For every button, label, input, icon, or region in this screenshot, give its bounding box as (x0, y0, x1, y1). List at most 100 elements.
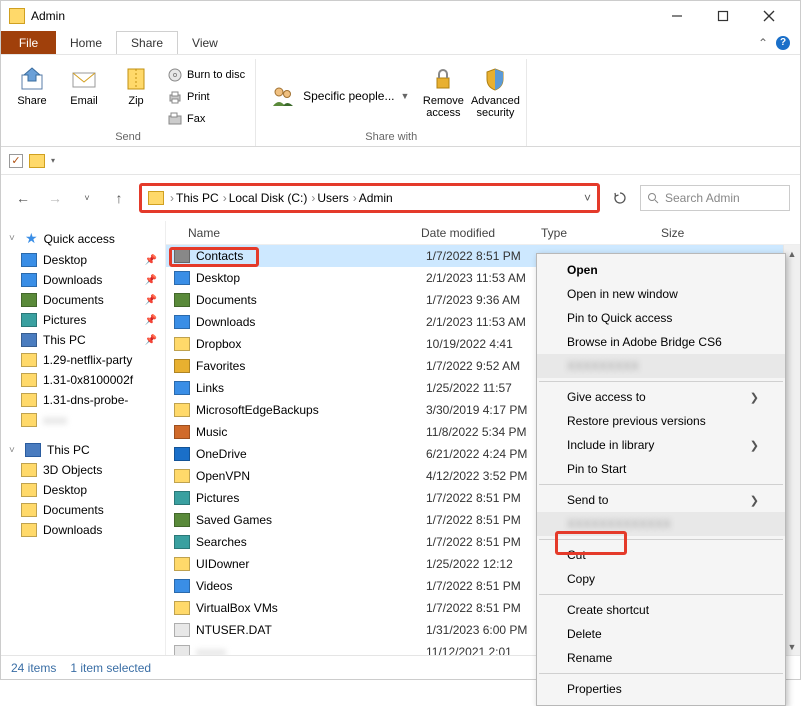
ctx-open-new-window[interactable]: Open in new window (537, 282, 785, 306)
ctx-pin-start[interactable]: Pin to Start (537, 457, 785, 481)
file-date: 1/7/2022 8:51 PM (426, 601, 551, 615)
zip-button[interactable]: Zip (111, 63, 161, 109)
file-explorer-window: Admin File Home Share View ⌃ ? Share (0, 0, 801, 680)
ctx-blurred-item[interactable]: XXXXXXXXX (537, 354, 785, 378)
sidebar-item[interactable]: Documents📌 (1, 290, 165, 310)
minimize-button[interactable] (654, 1, 700, 31)
file-icon (174, 623, 190, 637)
tab-share[interactable]: Share (116, 31, 178, 54)
ctx-copy[interactable]: Copy (537, 567, 785, 591)
column-type[interactable]: Type (541, 226, 661, 240)
pin-icon: 📌 (145, 255, 157, 266)
docs-icon (21, 293, 37, 307)
expand-icon[interactable]: ˅ (9, 233, 19, 244)
file-date: 6/21/2022 4:24 PM (426, 447, 551, 461)
select-checkbox[interactable]: ✓ (9, 154, 23, 168)
burn-button[interactable]: Burn to disc (163, 65, 249, 85)
sidebar-quick-access[interactable]: ˅ ★ Quick access (1, 227, 165, 250)
sidebar-item[interactable]: Pictures📌 (1, 310, 165, 330)
specific-people-button[interactable]: Specific people... ▼ (262, 63, 416, 129)
sidebar-item-label: 3D Objects (43, 463, 102, 477)
ctx-delete[interactable]: Delete (537, 622, 785, 646)
tab-view[interactable]: View (178, 31, 232, 54)
od-icon (174, 447, 190, 461)
help-icon[interactable]: ? (776, 36, 790, 50)
crumb-users[interactable]: Users (317, 191, 348, 205)
file-name: Pictures (196, 491, 426, 505)
sidebar-item[interactable]: Desktop📌 (1, 250, 165, 270)
sidebar-item[interactable]: Desktop (1, 480, 165, 500)
fax-button[interactable]: Fax (163, 109, 249, 129)
ctx-send-to[interactable]: Send to❯ (537, 488, 785, 512)
sidebar-item[interactable]: 1.31-0x8100002f (1, 370, 165, 390)
ctx-blurred-item[interactable]: XXXXXXXXXXXXX (537, 512, 785, 536)
crumb-local-disk[interactable]: Local Disk (C:) (229, 191, 308, 205)
ctx-cut[interactable]: Cut (537, 543, 785, 567)
sidebar-item[interactable]: 1.31-dns-probe- (1, 390, 165, 410)
ctx-separator (539, 594, 783, 595)
folder-icon (29, 154, 45, 168)
tab-home[interactable]: Home (56, 31, 116, 54)
expand-icon[interactable]: ˅ (9, 445, 19, 456)
ctx-adobe-bridge[interactable]: Browse in Adobe Bridge CS6 (537, 330, 785, 354)
sidebar-item[interactable]: Downloads📌 (1, 270, 165, 290)
sidebar-item-label: xxxx (43, 413, 67, 427)
share-button[interactable]: Share (7, 63, 57, 109)
column-date[interactable]: Date modified (421, 226, 541, 240)
sidebar-item[interactable]: This PC📌 (1, 330, 165, 350)
ctx-give-access[interactable]: Give access to❯ (537, 385, 785, 409)
vids-icon (174, 579, 190, 593)
sidebar-item[interactable]: 1.29-netflix-party (1, 350, 165, 370)
sidebar-item[interactable]: xxxx (1, 410, 165, 430)
contacts-icon (174, 249, 190, 263)
history-dropdown[interactable]: ˅ (75, 186, 99, 210)
scroll-down-icon[interactable]: ▼ (784, 638, 800, 655)
print-button[interactable]: Print (163, 87, 249, 107)
folder-icon (174, 469, 190, 483)
back-button[interactable]: ← (11, 186, 35, 210)
maximize-button[interactable] (700, 1, 746, 31)
tab-file[interactable]: File (1, 31, 56, 54)
up-button[interactable]: ↑ (107, 186, 131, 210)
sidebar-item-label: 1.29-netflix-party (43, 353, 132, 367)
forward-button[interactable]: → (43, 186, 67, 210)
ribbon-collapse-icon[interactable]: ⌃ (758, 36, 768, 50)
ctx-rename[interactable]: Rename (537, 646, 785, 670)
crumb-this-pc[interactable]: This PC (176, 191, 219, 205)
ctx-properties[interactable]: Properties (537, 677, 785, 701)
column-name[interactable]: Name (166, 226, 421, 240)
address-bar[interactable]: › This PC› Local Disk (C:)› Users› Admin… (139, 183, 600, 213)
close-button[interactable] (746, 1, 792, 31)
ctx-restore-versions[interactable]: Restore previous versions (537, 409, 785, 433)
sidebar-item[interactable]: 3D Objects (1, 460, 165, 480)
file-name: NTUSER.DAT (196, 623, 426, 637)
remove-access-button[interactable]: Remove access (418, 63, 468, 121)
sidebar-item[interactable]: Downloads (1, 520, 165, 540)
people-icon (269, 82, 297, 110)
ctx-pin-quick-access[interactable]: Pin to Quick access (537, 306, 785, 330)
sidebar-this-pc[interactable]: ˅ This PC (1, 440, 165, 460)
ctx-open[interactable]: Open (537, 258, 785, 282)
path-folder-icon (148, 191, 164, 205)
ribbon-group-share-with: Specific people... ▼ Remove access Advan… (256, 59, 527, 146)
pin-icon: 📌 (145, 275, 157, 286)
column-size[interactable]: Size (661, 226, 741, 240)
address-dropdown-icon[interactable]: ˅ (584, 191, 591, 205)
sidebar-item-label: 1.31-0x8100002f (43, 373, 133, 387)
ctx-include-library[interactable]: Include in library❯ (537, 433, 785, 457)
print-icon (167, 89, 183, 105)
file-name: OneDrive (196, 447, 426, 461)
search-input[interactable]: Search Admin (640, 185, 790, 211)
desktop-icon (174, 271, 190, 285)
ctx-create-shortcut[interactable]: Create shortcut (537, 598, 785, 622)
music-icon (174, 425, 190, 439)
sidebar-item[interactable]: Documents (1, 500, 165, 520)
ribbon-tabs: File Home Share View ⌃ ? (1, 31, 800, 55)
refresh-button[interactable] (608, 186, 632, 210)
email-button[interactable]: Email (59, 63, 109, 109)
crumb-admin[interactable]: Admin (359, 191, 393, 205)
search-icon (174, 535, 190, 549)
scroll-up-icon[interactable]: ▲ (784, 245, 800, 262)
qat-dropdown-icon[interactable]: ▾ (51, 156, 55, 165)
advanced-security-button[interactable]: Advanced security (470, 63, 520, 121)
